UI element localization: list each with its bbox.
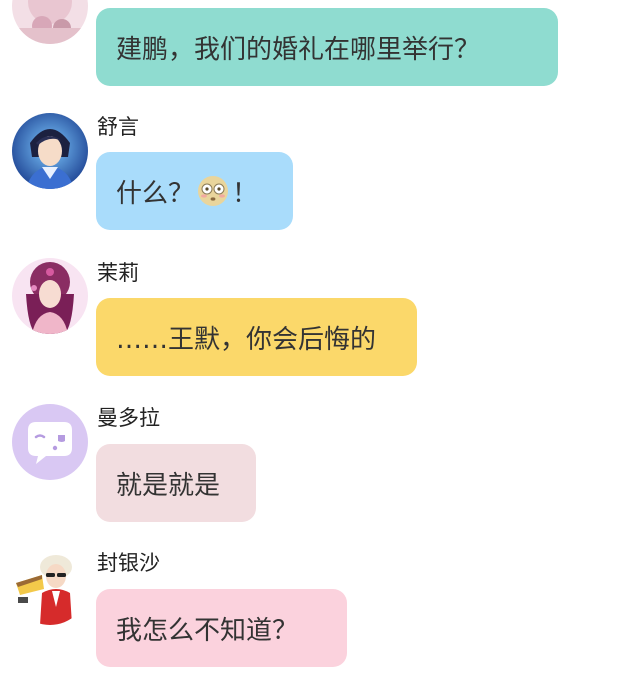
boy-character-avatar (12, 549, 88, 625)
message-bubble[interactable]: ……王默，你会后悔的 (96, 298, 417, 376)
message-bubble[interactable]: 就是就是 (96, 444, 256, 522)
message-bubble[interactable]: 什么？ ！ (96, 152, 293, 230)
message-text: 我怎么不知道？ (116, 615, 299, 646)
message-bubble[interactable]: 建鹏，我们的婚礼在哪里举行？ (96, 8, 558, 86)
avatar-fengyinsha[interactable] (12, 549, 88, 625)
avatar-sender-1[interactable] (12, 0, 88, 44)
female-character-avatar (12, 258, 88, 334)
message-bubble[interactable]: 我怎么不知道？ (96, 589, 347, 667)
flushed-face-icon (198, 176, 229, 206)
sender-name: 封银沙 (97, 551, 160, 575)
sender-name: 曼多拉 (97, 406, 160, 430)
chat-window: 建鹏，我们的婚礼在哪里举行？ 舒言 什么？ ！ 茉莉 ……王默，你会后悔的 曼多… (0, 0, 640, 674)
sender-name: 茉莉 (97, 261, 139, 285)
message-text: 就是就是 (116, 470, 221, 501)
message-text: 建鹏，我们的婚礼在哪里举行？ (116, 34, 481, 65)
message-text: ！ (232, 178, 259, 209)
female-avatar (12, 0, 88, 44)
male-character-avatar (12, 113, 88, 189)
avatar-mandora[interactable] (12, 404, 88, 480)
message-text: ……王默，你会后悔的 (116, 324, 377, 355)
avatar-shuyan[interactable] (12, 113, 88, 189)
chat-bubble-icon-avatar (12, 404, 88, 480)
sender-name: 舒言 (97, 115, 139, 139)
avatar-moli[interactable] (12, 258, 88, 334)
message-text: 什么？ (116, 178, 195, 209)
